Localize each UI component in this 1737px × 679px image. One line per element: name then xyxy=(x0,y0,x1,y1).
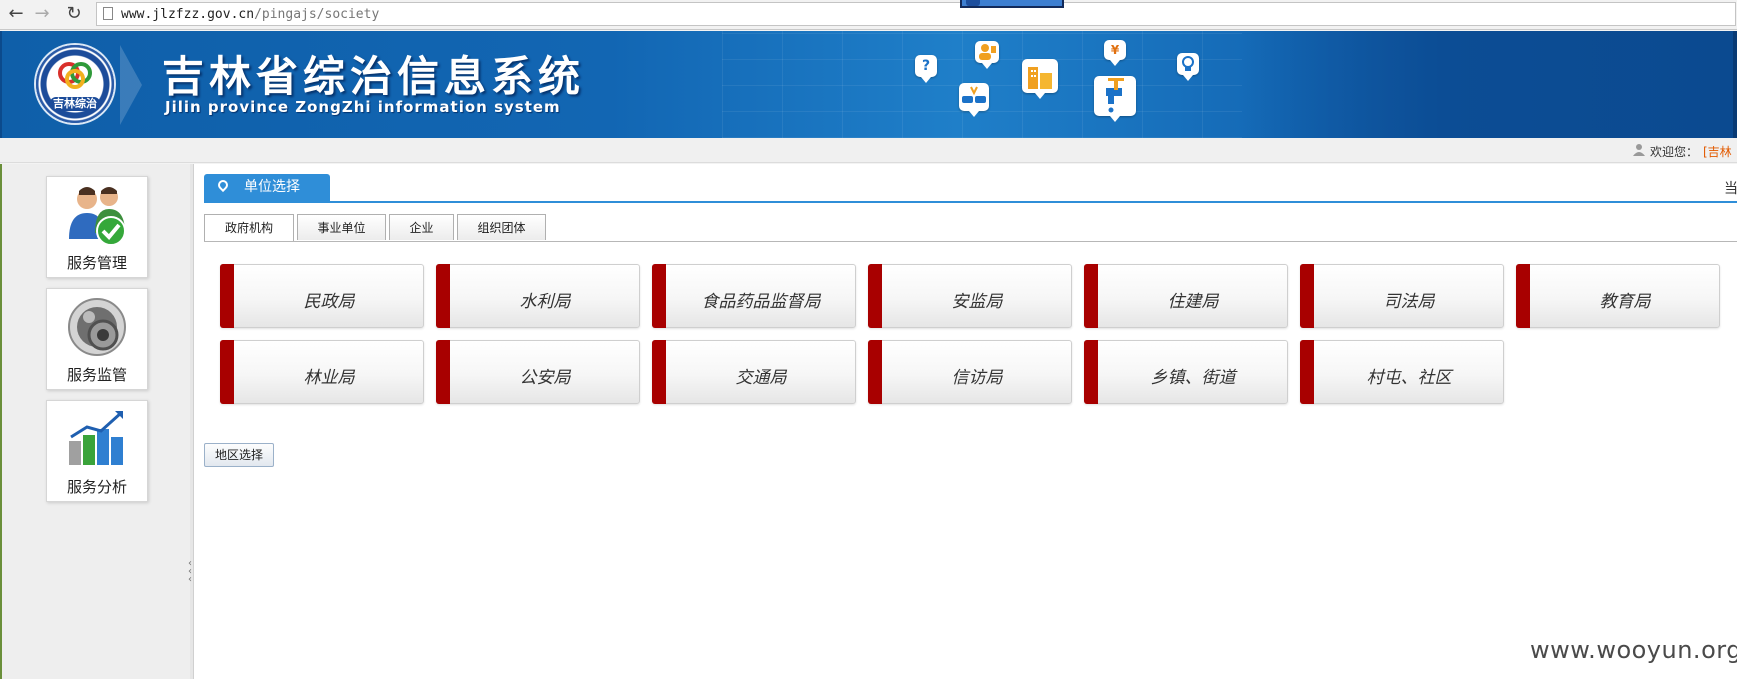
lightbulb-icon xyxy=(1177,53,1199,81)
tab-organization[interactable]: 组织团体 xyxy=(457,214,546,240)
sidebar-item-service-management[interactable]: 服务管理 xyxy=(46,176,148,278)
dept-name: 食品药品监督局 xyxy=(701,292,821,312)
site-logo: 吉林综治 xyxy=(36,45,114,123)
dept-name: 信访局 xyxy=(951,368,1003,388)
dept-accent-bar xyxy=(868,340,882,404)
dept-button[interactable]: 水利局 xyxy=(436,264,640,328)
dept-name: 教育局 xyxy=(1599,292,1651,312)
sidebar-item-service-supervision[interactable]: 服务监管 xyxy=(46,288,148,390)
service-person-icon xyxy=(975,41,999,69)
dept-name: 乡镇、街道 xyxy=(1150,368,1236,388)
dept-button[interactable]: 安监局 xyxy=(868,264,1072,328)
sidebar-item-label: 服务分析 xyxy=(66,478,127,496)
dept-button[interactable]: 民政局 xyxy=(220,264,424,328)
welcome-label: 欢迎您： xyxy=(1650,145,1699,159)
water-tap-icon xyxy=(1094,76,1136,122)
dept-name: 民政局 xyxy=(303,292,355,312)
logo-emblem-icon xyxy=(58,62,92,89)
truncated-label: 当 xyxy=(1724,181,1737,197)
dept-button[interactable]: 村屯、社区 xyxy=(1300,340,1504,404)
watermark: www.wooyun.org xyxy=(1530,636,1737,664)
url-path: /pingajs/society xyxy=(254,7,380,22)
popup-window-edge xyxy=(960,0,1064,8)
back-arrow-icon[interactable]: ← xyxy=(4,0,28,28)
dept-button[interactable]: 司法局 xyxy=(1300,264,1504,328)
section-title-tab: 单位选择 xyxy=(204,174,330,201)
forward-arrow-icon[interactable]: → xyxy=(30,0,54,28)
dept-button[interactable]: 食品药品监督局 xyxy=(652,264,856,328)
dept-name: 司法局 xyxy=(1383,292,1435,312)
section-divider xyxy=(204,201,1737,203)
dept-button[interactable]: 林业局 xyxy=(220,340,424,404)
dept-accent-bar xyxy=(1300,340,1314,404)
sidebar-item-label: 服务监管 xyxy=(66,366,127,384)
dept-name: 水利局 xyxy=(519,292,571,312)
dept-accent-bar xyxy=(220,264,234,328)
region-select-button[interactable]: 地区选择 xyxy=(204,443,274,467)
section-title: 单位选择 xyxy=(244,179,300,195)
system-title: 吉林省综治信息系统 xyxy=(162,52,586,101)
gear-monitor-icon xyxy=(68,298,126,356)
system-subtitle: Jilin province ZongZhi information syste… xyxy=(165,98,561,116)
dept-button[interactable]: 乡镇、街道 xyxy=(1084,340,1288,404)
logo-arrow-decoration xyxy=(120,45,142,125)
current-user-link[interactable]: [吉林 xyxy=(1703,143,1732,160)
dept-accent-bar xyxy=(652,264,666,328)
sidebar-collapse-icon[interactable]: ‹ ‹ ‹ xyxy=(188,559,192,585)
dept-accent-bar xyxy=(220,340,234,404)
dept-accent-bar xyxy=(1084,340,1098,404)
dept-name: 公安局 xyxy=(519,368,571,388)
banner-right-fade xyxy=(1242,31,1737,138)
dept-accent-bar xyxy=(1516,264,1530,328)
reload-icon[interactable]: ↻ xyxy=(62,0,86,28)
page-icon xyxy=(103,7,113,20)
dept-button[interactable]: 交通局 xyxy=(652,340,856,404)
logo-text: 吉林综治 xyxy=(50,97,100,111)
question-icon: ? xyxy=(915,55,937,83)
header-banner: 吉林综治 吉林省综治信息系统 Jilin province ZongZhi in… xyxy=(0,31,1737,138)
org-type-tabs: 政府机构 事业单位 企业 组织团体 xyxy=(204,214,1737,242)
tab-enterprise[interactable]: 企业 xyxy=(389,214,454,240)
tab-institution[interactable]: 事业单位 xyxy=(297,214,386,240)
dept-button[interactable]: 教育局 xyxy=(1516,264,1720,328)
dept-button[interactable]: 住建局 xyxy=(1084,264,1288,328)
dept-accent-bar xyxy=(1300,264,1314,328)
dept-name: 交通局 xyxy=(735,368,787,388)
dept-name: 村屯、社区 xyxy=(1366,368,1452,388)
dept-name: 安监局 xyxy=(951,292,1003,312)
users-check-icon xyxy=(69,187,126,246)
dept-accent-bar xyxy=(436,340,450,404)
dept-button[interactable]: 信访局 xyxy=(868,340,1072,404)
url-text[interactable]: www.jlzfzz.gov.cn/pingajs/society xyxy=(121,7,379,22)
dept-accent-bar xyxy=(1084,264,1098,328)
dept-name: 住建局 xyxy=(1167,292,1219,312)
address-bar[interactable]: www.jlzfzz.gov.cn/pingajs/society xyxy=(96,2,1736,26)
dept-name: 林业局 xyxy=(303,368,355,388)
dept-accent-bar xyxy=(652,340,666,404)
yuan-icon: ¥ xyxy=(1104,40,1126,66)
building-icon xyxy=(1022,59,1058,99)
tab-government[interactable]: 政府机构 xyxy=(204,214,294,241)
sidebar-item-service-analysis[interactable]: 服务分析 xyxy=(46,400,148,502)
url-host: www.jlzfzz.gov.cn xyxy=(121,7,255,22)
banner-edge xyxy=(1733,31,1737,138)
location-pin-icon xyxy=(215,177,231,193)
bar-chart-icon xyxy=(69,411,123,465)
main-content: 单位选择 当 政府机构 事业单位 企业 组织团体 民政局 水利局 食品药品监督局… xyxy=(194,164,1737,679)
browser-toolbar: ← → ↻ www.jlzfzz.gov.cn/pingajs/society xyxy=(0,0,1737,30)
sidebar-item-label: 服务管理 xyxy=(66,254,127,272)
dept-button[interactable]: 公安局 xyxy=(436,340,640,404)
car-accident-icon xyxy=(959,83,989,117)
user-icon xyxy=(1633,144,1645,156)
dept-accent-bar xyxy=(436,264,450,328)
user-bar: 欢迎您： [吉林 xyxy=(0,138,1737,163)
left-sidebar: 服务管理 服务监管 服务分析 xyxy=(0,164,190,679)
dept-accent-bar xyxy=(868,264,882,328)
